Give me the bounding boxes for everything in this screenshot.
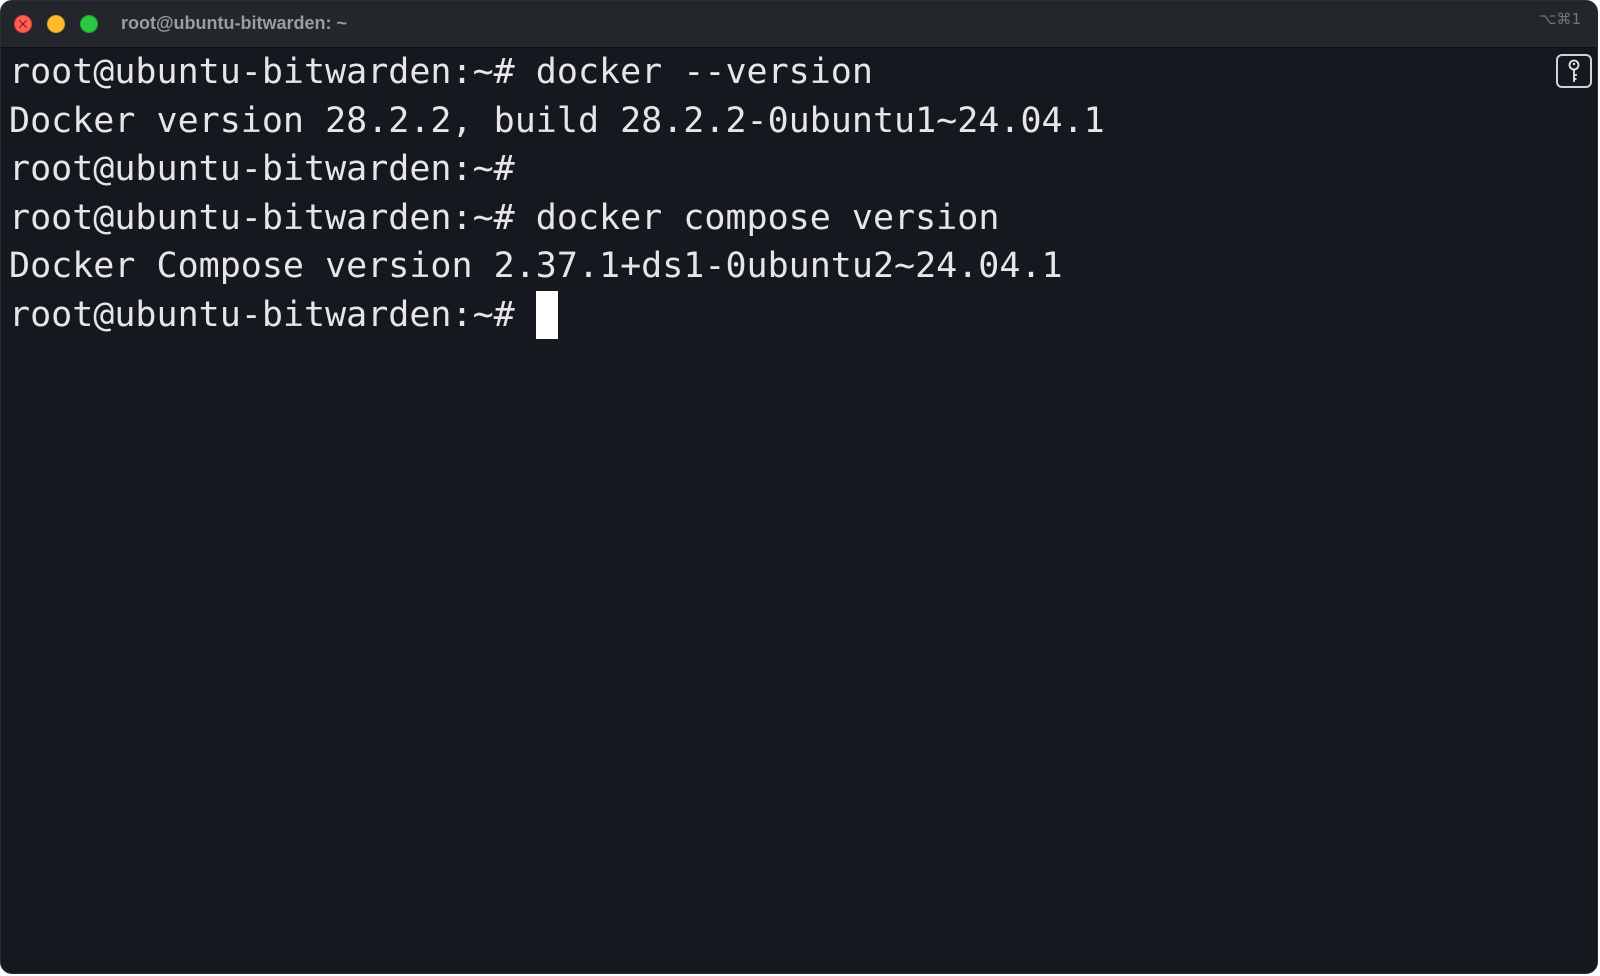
terminal-line: Docker Compose version 2.37.1+ds1-0ubunt… [9, 242, 1537, 291]
terminal-line: root@ubuntu-bitwarden:~# docker compose … [9, 194, 1537, 243]
command-text: docker compose version [514, 197, 1000, 238]
output-text: Docker Compose version 2.37.1+ds1-0ubunt… [9, 246, 1063, 286]
close-button[interactable] [14, 15, 32, 33]
title-bar[interactable]: root@ubuntu-bitwarden: ~ ⌥⌘1 [1, 1, 1597, 48]
terminal-line: Docker version 28.2.2, build 28.2.2-0ubu… [9, 97, 1537, 146]
prompt: root@ubuntu-bitwarden:~# [9, 52, 515, 92]
terminal-line: root@ubuntu-bitwarden:~# docker --versio… [9, 48, 1537, 97]
terminal-window: root@ubuntu-bitwarden: ~ ⌥⌘1 root@ubuntu… [0, 0, 1598, 974]
text-cursor [535, 290, 558, 339]
prompt: root@ubuntu-bitwarden:~# [9, 197, 515, 238]
prompt: root@ubuntu-bitwarden:~# [9, 294, 515, 335]
minimize-button[interactable] [47, 15, 65, 33]
command-text: docker --version [514, 52, 873, 92]
terminal-line-active[interactable]: root@ubuntu-bitwarden:~# [9, 290, 1537, 340]
window-title: root@ubuntu-bitwarden: ~ [121, 13, 348, 33]
tab-shortcut-label: ⌥⌘1 [1539, 10, 1581, 28]
input-text [515, 295, 536, 335]
prompt: root@ubuntu-bitwarden:~# [9, 149, 515, 189]
key-icon [1568, 59, 1580, 82]
maximize-button[interactable] [80, 15, 98, 33]
secure-keyboard-entry-key-icon[interactable] [1556, 54, 1592, 88]
terminal-line: root@ubuntu-bitwarden:~# [9, 145, 1537, 194]
terminal-output[interactable]: root@ubuntu-bitwarden:~# docker --versio… [9, 48, 1537, 973]
output-text: Docker version 28.2.2, build 28.2.2-0ubu… [9, 100, 1105, 141]
